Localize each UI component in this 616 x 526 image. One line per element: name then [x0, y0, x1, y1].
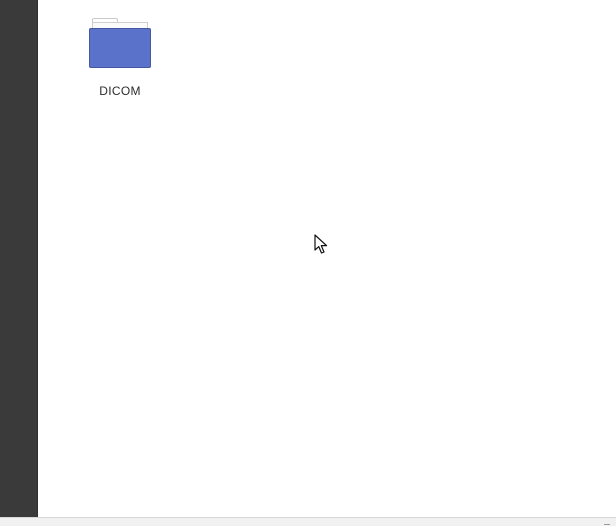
folder-item-dicom[interactable]: DICOM: [87, 18, 153, 98]
file-manager-window: DICOM: [0, 0, 616, 526]
folder-body: [89, 28, 151, 68]
folder-label[interactable]: DICOM: [99, 84, 141, 98]
folder-content-area[interactable]: DICOM: [39, 0, 616, 518]
resize-handle[interactable]: [604, 524, 610, 525]
mouse-pointer-icon: [314, 234, 328, 254]
folder-icon[interactable]: [88, 18, 152, 70]
sidebar-divider: [37, 0, 38, 526]
left-sidebar-strip: [0, 0, 38, 526]
bottom-status-bar: [0, 517, 616, 526]
